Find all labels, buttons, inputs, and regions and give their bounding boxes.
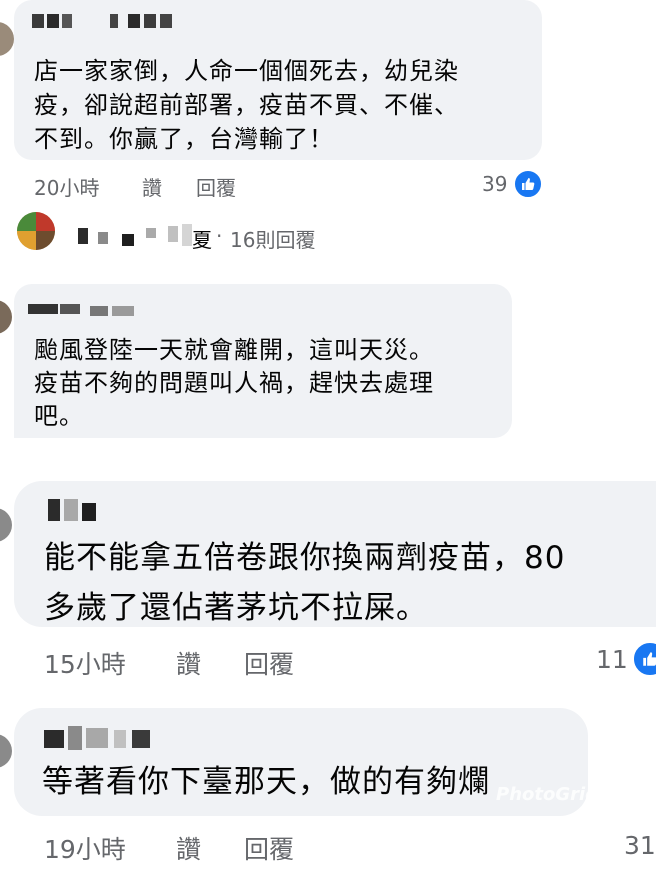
comment-bubble: 颱風登陸一天就會離開，這叫天災。 疫苗不夠的問題叫人禍，趕快去處理 吧。 xyxy=(14,284,512,438)
reply-action[interactable]: 回覆 xyxy=(196,172,236,201)
watermark-logo: PhotoGrid xyxy=(496,784,599,805)
comment-time[interactable]: 15小時 xyxy=(44,645,126,681)
comment-actions: 19小時 讚 回覆 xyxy=(0,830,656,864)
comment-text: 能不能拿五倍卷跟你換兩劑疫苗，80 多歲了還佔著茅坑不拉屎。 xyxy=(44,540,566,626)
avatar[interactable] xyxy=(0,300,12,334)
avatar[interactable] xyxy=(17,212,55,250)
like-count[interactable]: 31 xyxy=(624,830,656,860)
comment-time[interactable]: 20小時 xyxy=(34,172,99,201)
commenter-name-redacted[interactable] xyxy=(32,14,182,30)
avatar[interactable] xyxy=(0,734,12,768)
comment-text: 颱風登陸一天就會離開，這叫天災。 疫苗不夠的問題叫人禍，趕快去處理 吧。 xyxy=(34,336,434,430)
replies-trailing-char: 夏 xyxy=(192,228,212,252)
thumbs-up-icon xyxy=(631,641,656,677)
reply-action[interactable]: 回覆 xyxy=(244,830,294,866)
like-count[interactable]: 11 xyxy=(596,641,656,677)
comment-bubble: 店一家家倒，人命一個個死去，幼兒染 疫，卻說超前部署，疫苗不買、不催、 不到。你… xyxy=(14,0,542,160)
like-count-value: 39 xyxy=(482,172,508,196)
thumbs-up-icon xyxy=(513,169,544,199)
replies-separator: · xyxy=(216,224,223,248)
comment-actions: 15小時 讚 回覆 xyxy=(0,645,656,679)
commenter-name-redacted[interactable] xyxy=(28,304,148,316)
comment-bubble: 等著看你下臺那天，做的有夠爛 PhotoGrid xyxy=(14,708,598,816)
avatar[interactable] xyxy=(0,508,12,542)
comment-bubble: 能不能拿五倍卷跟你換兩劑疫苗，80 多歲了還佔著茅坑不拉屎。 xyxy=(14,481,656,627)
like-action[interactable]: 讚 xyxy=(176,830,201,866)
reply-action[interactable]: 回覆 xyxy=(244,645,294,681)
comment-actions: 20小時 讚 回覆 xyxy=(0,172,656,200)
view-replies-link[interactable]: 夏 · 16則回覆 xyxy=(70,222,470,252)
like-count[interactable]: 39 xyxy=(482,169,544,199)
avatar[interactable] xyxy=(0,22,14,56)
replies-count-label: 16則回覆 xyxy=(230,228,316,252)
commenter-name-redacted[interactable] xyxy=(48,499,128,527)
like-action[interactable]: 讚 xyxy=(176,645,201,681)
like-count-value: 11 xyxy=(596,644,628,674)
comment-time[interactable]: 19小時 xyxy=(44,830,126,866)
like-action[interactable]: 讚 xyxy=(142,172,162,201)
commenter-name-redacted[interactable] xyxy=(44,726,184,754)
like-count-value: 31 xyxy=(624,830,656,860)
comment-text: 店一家家倒，人命一個個死去，幼兒染 疫，卻說超前部署，疫苗不買、不催、 不到。你… xyxy=(34,57,459,153)
